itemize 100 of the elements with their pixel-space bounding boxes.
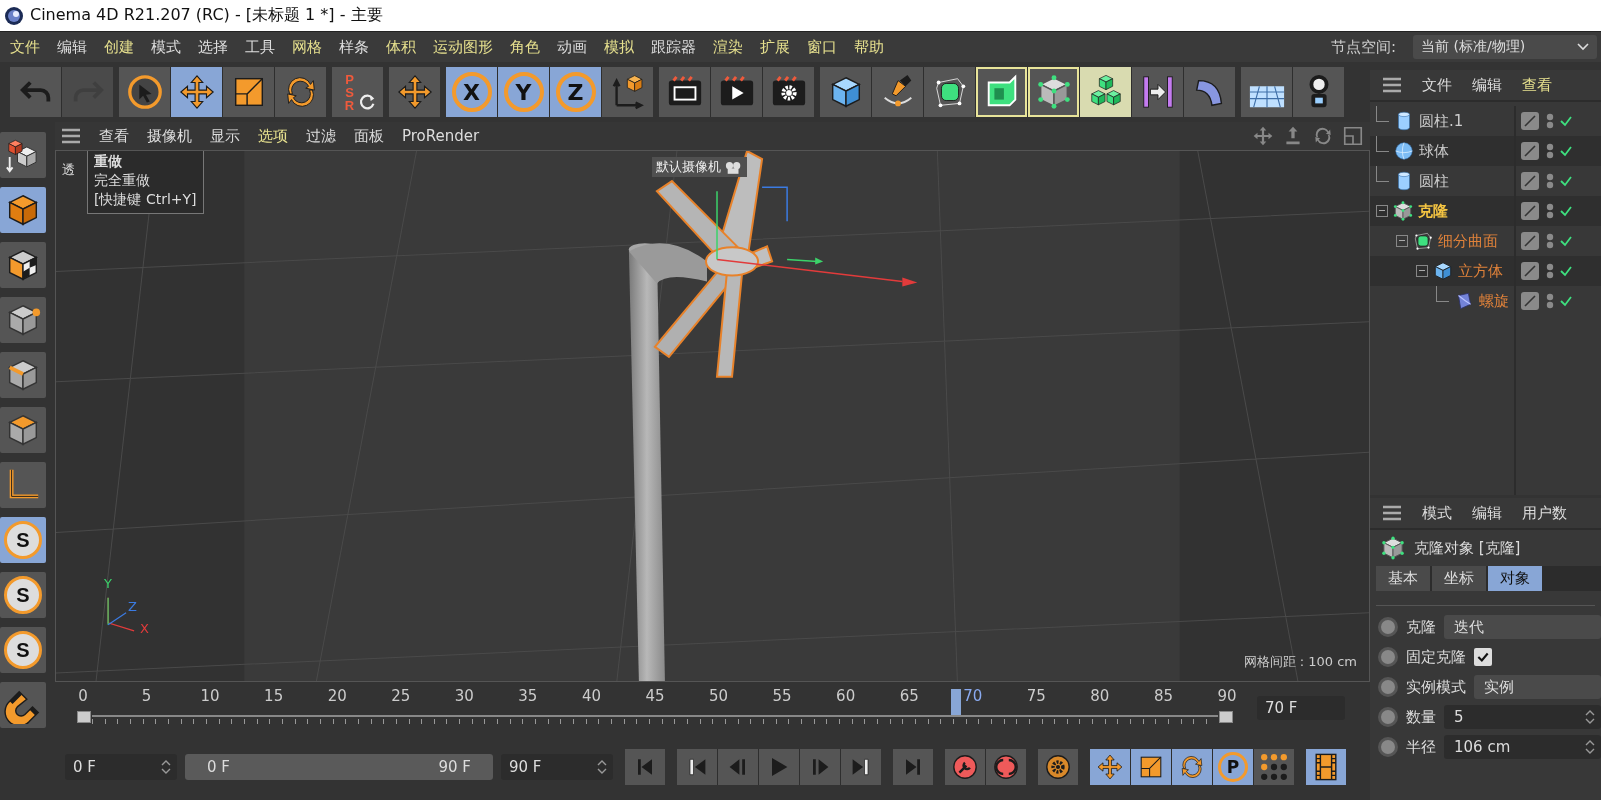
enabled-check-icon[interactable] bbox=[1560, 145, 1572, 157]
start-frame-field[interactable]: 0 F bbox=[65, 754, 177, 780]
object-name[interactable]: 球体 bbox=[1419, 141, 1449, 161]
tool-button[interactable] bbox=[763, 67, 814, 117]
menu-item[interactable]: 渲染 bbox=[713, 37, 743, 57]
mode-button[interactable] bbox=[0, 242, 46, 288]
tool-button[interactable] bbox=[223, 67, 274, 117]
tab[interactable]: 坐标 bbox=[1432, 566, 1486, 591]
tool-button[interactable]: Y bbox=[498, 67, 549, 117]
object-name[interactable]: 细分曲面 bbox=[1438, 231, 1498, 251]
playback-button[interactable] bbox=[1038, 749, 1078, 785]
panel-menu-item[interactable]: 编辑 bbox=[1472, 75, 1502, 95]
tool-button[interactable] bbox=[119, 67, 170, 117]
panel-menu-item[interactable]: 查看 bbox=[1522, 75, 1552, 95]
menu-item[interactable]: 动画 bbox=[557, 37, 587, 57]
tool-button[interactable] bbox=[924, 67, 975, 117]
visibility-dots-icon[interactable] bbox=[1546, 262, 1554, 280]
view-menu-item[interactable]: 显示 bbox=[210, 126, 240, 146]
tool-button[interactable] bbox=[659, 67, 710, 117]
panel-menu-item[interactable]: 文件 bbox=[1422, 75, 1452, 95]
playback-button[interactable] bbox=[841, 749, 881, 785]
menu-item[interactable]: 模式 bbox=[151, 37, 181, 57]
playback-button[interactable] bbox=[1090, 749, 1130, 785]
panel-menu-item[interactable]: 模式 bbox=[1422, 503, 1452, 523]
menu-item[interactable]: 网格 bbox=[292, 37, 322, 57]
expand-toggle[interactable] bbox=[1376, 205, 1388, 217]
editor-tag-icon[interactable] bbox=[1520, 111, 1540, 131]
editor-tag-icon[interactable] bbox=[1520, 261, 1540, 281]
menu-item[interactable]: 体积 bbox=[386, 37, 416, 57]
visibility-dots-icon[interactable] bbox=[1546, 232, 1554, 250]
animate-radio[interactable] bbox=[1378, 677, 1398, 697]
tool-button[interactable] bbox=[275, 67, 326, 117]
tool-button[interactable] bbox=[872, 67, 923, 117]
animate-radio[interactable] bbox=[1378, 737, 1398, 757]
mode-button[interactable] bbox=[0, 682, 46, 728]
enabled-check-icon[interactable] bbox=[1560, 295, 1572, 307]
mode-button[interactable]: S bbox=[0, 627, 46, 673]
menu-item[interactable]: 创建 bbox=[104, 37, 134, 57]
mode-button[interactable] bbox=[0, 352, 46, 398]
animate-radio[interactable] bbox=[1378, 707, 1398, 727]
enabled-check-icon[interactable] bbox=[1560, 205, 1572, 217]
tab[interactable]: 对象 bbox=[1488, 566, 1542, 591]
enabled-check-icon[interactable] bbox=[1560, 235, 1572, 247]
visibility-dots-icon[interactable] bbox=[1546, 172, 1554, 190]
object-name[interactable]: 圆柱 bbox=[1419, 171, 1449, 191]
menu-item[interactable]: 运动图形 bbox=[433, 37, 493, 57]
range-handle[interactable] bbox=[77, 711, 91, 723]
number-field[interactable]: 106 cm bbox=[1444, 735, 1601, 759]
view-menu-item[interactable]: 过滤 bbox=[306, 126, 336, 146]
tool-button[interactable]: X bbox=[446, 67, 497, 117]
menu-icon[interactable] bbox=[1382, 77, 1402, 93]
menu-item[interactable]: 扩展 bbox=[760, 37, 790, 57]
frame-range-slider[interactable]: 0 F 90 F bbox=[185, 754, 493, 780]
enabled-check-icon[interactable] bbox=[1560, 265, 1572, 277]
playback-button[interactable] bbox=[677, 749, 717, 785]
enabled-check-icon[interactable] bbox=[1560, 175, 1572, 187]
panel-menu-item[interactable]: 编辑 bbox=[1472, 503, 1502, 523]
mode-button[interactable] bbox=[0, 187, 46, 233]
mode-button[interactable]: S bbox=[0, 572, 46, 618]
tool-button[interactable]: Z bbox=[550, 67, 601, 117]
tool-button[interactable] bbox=[602, 67, 653, 117]
tool-button[interactable] bbox=[711, 67, 762, 117]
editor-tag-icon[interactable] bbox=[1520, 141, 1540, 161]
playback-button[interactable]: P bbox=[1213, 749, 1253, 785]
object-name[interactable]: 立方体 bbox=[1458, 261, 1503, 281]
tool-button[interactable] bbox=[820, 67, 871, 117]
mode-button[interactable] bbox=[0, 297, 46, 343]
view-menu-item[interactable]: 查看 bbox=[99, 126, 129, 146]
menu-icon[interactable] bbox=[61, 128, 81, 144]
view-menu-item[interactable]: ProRender bbox=[402, 127, 480, 145]
checkbox[interactable] bbox=[1474, 648, 1492, 666]
animate-radio[interactable] bbox=[1378, 617, 1398, 637]
playback-button[interactable] bbox=[1306, 749, 1346, 785]
tool-button[interactable] bbox=[976, 67, 1027, 117]
editor-tag-icon[interactable] bbox=[1520, 201, 1540, 221]
menu-item[interactable]: 角色 bbox=[510, 37, 540, 57]
playback-button[interactable] bbox=[986, 749, 1026, 785]
menu-item[interactable]: 样条 bbox=[339, 37, 369, 57]
tool-button[interactable] bbox=[171, 67, 222, 117]
playhead[interactable] bbox=[950, 689, 961, 715]
dropdown-field[interactable]: 实例 bbox=[1474, 675, 1601, 699]
end-frame-field[interactable]: 90 F bbox=[501, 754, 613, 780]
editor-tag-icon[interactable] bbox=[1520, 231, 1540, 251]
visibility-dots-icon[interactable] bbox=[1546, 202, 1554, 220]
view-menu-item[interactable]: 面板 bbox=[354, 126, 384, 146]
object-name[interactable]: 圆柱.1 bbox=[1419, 111, 1464, 131]
number-field[interactable]: 5 bbox=[1444, 705, 1601, 729]
playback-button[interactable] bbox=[1254, 749, 1294, 785]
expand-toggle[interactable] bbox=[1396, 235, 1408, 247]
menu-item[interactable]: 工具 bbox=[245, 37, 275, 57]
mode-button[interactable]: S bbox=[0, 517, 46, 563]
object-name[interactable]: 克隆 bbox=[1418, 201, 1448, 221]
object-name[interactable]: 螺旋 bbox=[1479, 291, 1509, 311]
dropdown-field[interactable]: 迭代 bbox=[1444, 615, 1601, 639]
visibility-dots-icon[interactable] bbox=[1546, 142, 1554, 160]
menu-item[interactable]: 文件 bbox=[10, 37, 40, 57]
tool-button[interactable] bbox=[389, 67, 440, 117]
menu-icon[interactable] bbox=[1382, 505, 1402, 521]
editor-tag-icon[interactable] bbox=[1520, 171, 1540, 191]
mode-button[interactable] bbox=[0, 132, 46, 178]
